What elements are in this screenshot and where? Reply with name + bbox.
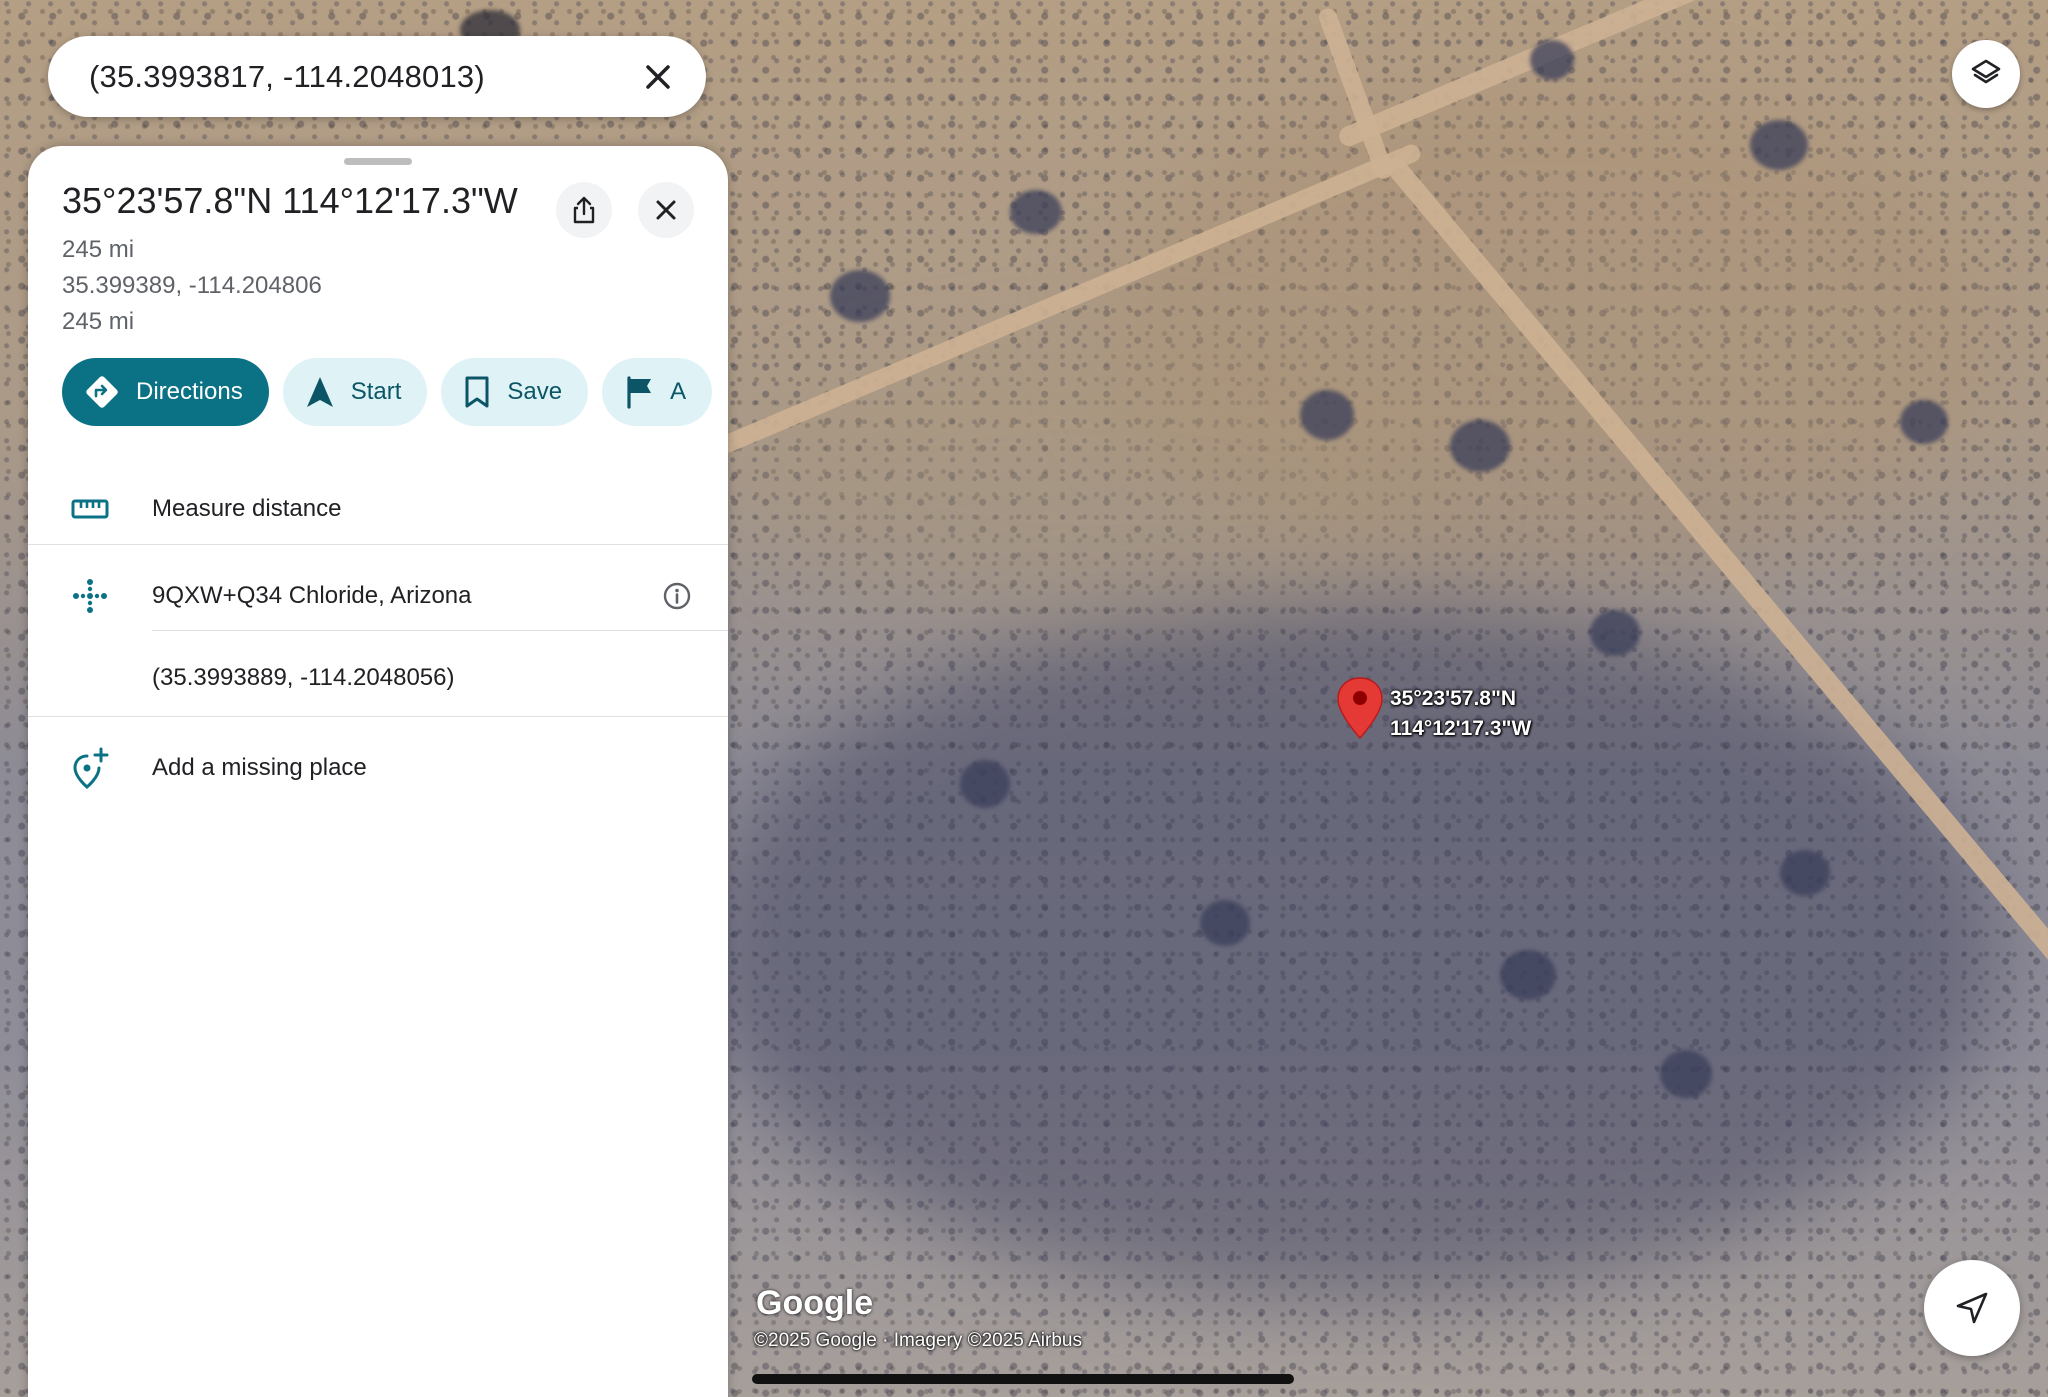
plus-code-icon-wrap (28, 578, 152, 614)
add-missing-place-row[interactable]: Add a missing place (28, 726, 728, 810)
label-button-label: A (670, 378, 687, 405)
directions-button[interactable]: Directions (62, 358, 269, 426)
precise-coordinates-label: (35.3993889, -114.2048056) (152, 664, 455, 691)
action-chips: Directions Start Save A (62, 358, 713, 426)
add-missing-place-label: Add a missing place (152, 754, 367, 781)
measure-distance-label: Measure distance (152, 495, 342, 522)
plus-code-info-button[interactable] (660, 579, 694, 613)
info-icon (663, 582, 691, 610)
measure-distance-row[interactable]: Measure distance (28, 464, 728, 554)
divider (152, 630, 728, 631)
clear-search-button[interactable] (638, 57, 678, 97)
start-button[interactable]: Start (282, 358, 428, 426)
distance-label-secondary: 245 mi (62, 308, 135, 335)
pin-label: 35°23'57.8"N 114°12'17.3"W (1390, 684, 1531, 744)
layers-button[interactable] (1952, 40, 2020, 108)
directions-label: Directions (136, 378, 243, 405)
start-label: Start (350, 378, 402, 405)
divider (28, 716, 728, 717)
save-label: Save (507, 378, 563, 405)
search-input[interactable]: (35.3993817, -114.2048013) (89, 59, 638, 95)
app-screen: (35.3993817, -114.2048013) 35°23'57.8"N … (0, 0, 2048, 1397)
share-button[interactable] (556, 182, 612, 238)
ruler-icon (71, 499, 109, 519)
map-pin-icon[interactable] (1336, 676, 1384, 742)
coordinates-row[interactable]: (35.3993889, -114.2048056) (28, 636, 728, 720)
my-location-button[interactable] (1924, 1260, 2020, 1356)
divider (28, 544, 728, 545)
close-panel-button[interactable] (638, 182, 694, 238)
label-button[interactable]: A (602, 358, 713, 426)
share-icon (573, 196, 595, 224)
bookmark-icon (465, 376, 489, 408)
place-details-panel: 35°23'57.8"N 114°12'17.3"W 245 mi 35.399… (28, 146, 728, 1397)
pin-label-latitude: 35°23'57.8"N (1390, 687, 1517, 710)
plus-code-icon (73, 579, 107, 613)
search-bar[interactable]: (35.3993817, -114.2048013) (48, 36, 706, 117)
layers-icon (1971, 59, 2001, 84)
flag-icon (627, 376, 652, 409)
pin-label-longitude: 114°12'17.3"W (1390, 717, 1532, 740)
navigation-arrow-icon (306, 377, 333, 407)
directions-icon (86, 376, 118, 408)
distance-label: 245 mi (62, 236, 135, 263)
plus-code-label: 9QXW+Q34 Chloride, Arizona (152, 582, 472, 609)
location-arrow-icon (1956, 1292, 1988, 1324)
add-location-icon-wrap (28, 747, 152, 789)
drag-handle[interactable] (344, 158, 412, 165)
ruler-icon-wrap (28, 497, 152, 521)
save-button[interactable]: Save (441, 358, 589, 426)
place-title: 35°23'57.8"N 114°12'17.3"W (62, 180, 518, 221)
close-icon (646, 64, 670, 89)
plus-code-row[interactable]: 9QXW+Q34 Chloride, Arizona (28, 554, 728, 638)
decimal-coordinates: 35.399389, -114.204806 (62, 272, 322, 299)
google-logo: Google (756, 1284, 874, 1322)
map-copyright[interactable]: ©2025 Google · Imagery ©2025 Airbus (754, 1330, 1082, 1352)
add-location-icon (73, 747, 109, 789)
close-icon (656, 200, 676, 220)
home-indicator[interactable] (752, 1374, 1294, 1384)
